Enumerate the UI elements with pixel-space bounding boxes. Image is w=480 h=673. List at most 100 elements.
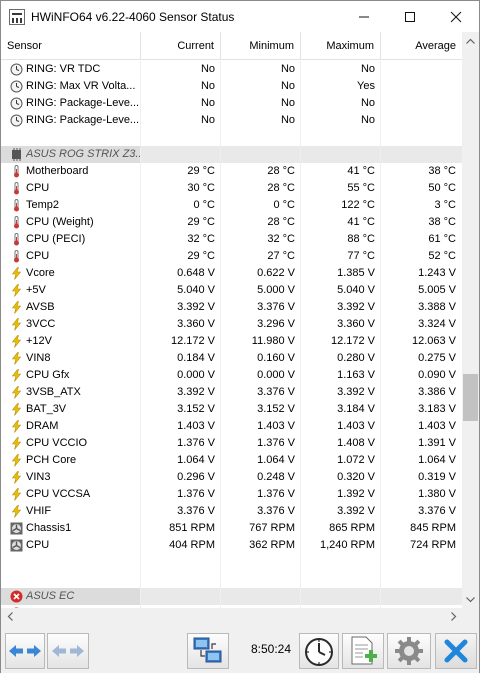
table-row[interactable]: VHIF 3.376 V 3.376 V 3.392 V 3.376 V <box>1 503 462 520</box>
value-average: 3.386 V <box>418 386 456 398</box>
value-maximum: 1.408 V <box>337 437 375 449</box>
lightning-icon <box>11 369 22 382</box>
table-row[interactable]: BAT_3V 3.152 V 3.152 V 3.184 V 3.183 V <box>1 401 462 418</box>
table-row[interactable]: Temp2 0 °C 0 °C 122 °C 3 °C <box>1 197 462 214</box>
value-current: 12.172 V <box>170 335 215 347</box>
value-minimum: 3.376 V <box>257 505 295 517</box>
vertical-scrollbar[interactable] <box>462 32 479 608</box>
navigate-sensors-disabled-button[interactable] <box>47 633 89 669</box>
column-divider <box>140 571 141 588</box>
table-row[interactable]: RING: Package-Leve... No No No <box>1 95 462 112</box>
value-average: 3.376 V <box>418 505 456 517</box>
table-row[interactable]: CPU (Weight) 29 °C 28 °C 41 °C 38 °C <box>1 214 462 231</box>
table-row[interactable]: RING: VR TDC No No No <box>1 61 462 78</box>
table-row[interactable]: DRAM 1.403 V 1.403 V 1.403 V 1.403 V <box>1 418 462 435</box>
clock-icon <box>10 114 23 127</box>
table-row[interactable]: Chassis1 851 RPM 767 RPM 865 RPM 845 RPM <box>1 520 462 537</box>
table-row[interactable]: Vcore 0.648 V 0.622 V 1.385 V 1.243 V <box>1 265 462 282</box>
value-maximum: 41 °C <box>347 165 375 177</box>
value-minimum: No <box>280 114 295 126</box>
sensor-name: CPU (PECI) <box>26 233 86 245</box>
lightning-icon <box>11 420 22 433</box>
sensor-name: Motherboard <box>26 165 89 177</box>
column-header-minimum[interactable]: Minimum <box>221 32 301 60</box>
value-average: 0.090 V <box>418 369 456 381</box>
table-row[interactable]: AVSB 3.392 V 3.376 V 3.392 V 3.388 V <box>1 299 462 316</box>
table-row[interactable]: CPU VCCIO 1.376 V 1.376 V 1.408 V 1.391 V <box>1 435 462 452</box>
spacer-row <box>1 571 462 588</box>
value-minimum: 28 °C <box>267 165 295 177</box>
maximize-icon <box>405 11 415 22</box>
value-minimum: 1.376 V <box>257 437 295 449</box>
fan-icon <box>10 539 23 552</box>
table-row[interactable]: Motherboard 29 °C 28 °C 41 °C 38 °C <box>1 163 462 180</box>
value-current: No <box>200 80 215 92</box>
value-current: 3.392 V <box>177 386 215 398</box>
thermometer-icon <box>14 165 19 178</box>
value-maximum: 5.040 V <box>337 284 375 296</box>
value-minimum: 27 °C <box>267 250 295 262</box>
value-current: 1.403 V <box>177 420 215 432</box>
sensor-name: +12V <box>26 335 52 347</box>
sensor-name: AVSB <box>26 301 55 313</box>
table-row[interactable]: CPU 30 °C 28 °C 55 °C 50 °C <box>1 180 462 197</box>
value-average: 38 °C <box>428 216 456 228</box>
scroll-up-arrow-icon[interactable] <box>462 32 479 49</box>
title-bar[interactable]: HWiNFO64 v6.22-4060 Sensor Status <box>1 1 479 32</box>
horizontal-scrollbar[interactable] <box>1 608 479 625</box>
value-current: 0.000 V <box>177 369 215 381</box>
column-header-current[interactable]: Current <box>141 32 221 60</box>
value-maximum: 0.320 V <box>337 471 375 483</box>
table-row[interactable]: CPU Gfx 0.000 V 0.000 V 1.163 V 0.090 V <box>1 367 462 384</box>
scroll-right-arrow-icon[interactable] <box>445 608 462 625</box>
table-row[interactable]: CPU 404 RPM 362 RPM 1,240 RPM 724 RPM <box>1 537 462 554</box>
table-row[interactable]: VIN3 0.296 V 0.248 V 0.320 V 0.319 V <box>1 469 462 486</box>
value-current: 29 °C <box>187 165 215 177</box>
table-row[interactable]: RING: Max VR Volta... No No Yes <box>1 78 462 95</box>
sensor-name: ASUS EC <box>26 590 75 602</box>
value-average <box>381 61 462 78</box>
scrollbar-thumb[interactable] <box>463 374 478 421</box>
table-row[interactable]: CPU (PECI) 32 °C 32 °C 88 °C 61 °C <box>1 231 462 248</box>
table-header: Sensor Current Minimum Maximum Average <box>1 32 462 60</box>
table-row[interactable]: PCH Core 1.064 V 1.064 V 1.072 V 1.064 V <box>1 452 462 469</box>
value-average: 50 °C <box>428 182 456 194</box>
settings-button[interactable] <box>387 633 431 669</box>
column-header-average[interactable]: Average <box>381 32 462 60</box>
clock-button[interactable] <box>299 633 339 669</box>
column-header-sensor[interactable]: Sensor <box>1 32 141 60</box>
column-divider <box>300 554 301 571</box>
maximize-button[interactable] <box>387 1 433 32</box>
value-minimum: 0.160 V <box>257 352 295 364</box>
lightning-icon <box>11 403 22 416</box>
scroll-left-arrow-icon[interactable] <box>1 608 18 625</box>
table-row[interactable]: VIN8 0.184 V 0.160 V 0.280 V 0.275 V <box>1 350 462 367</box>
scroll-down-arrow-icon[interactable] <box>462 591 479 608</box>
value-average: 3.183 V <box>418 403 456 415</box>
value-maximum: 88 °C <box>347 233 375 245</box>
sensor-name: 3VSB_ATX <box>26 386 81 398</box>
table-row[interactable]: 3VCC 3.360 V 3.296 V 3.360 V 3.324 V <box>1 316 462 333</box>
value-minimum: 0.000 V <box>257 369 295 381</box>
sensor-name: RING: Package-Leve... <box>26 114 140 126</box>
close-button[interactable] <box>433 1 479 32</box>
value-maximum: 3.392 V <box>337 505 375 517</box>
table-row[interactable]: CPU VCCSA 1.376 V 1.376 V 1.392 V 1.380 V <box>1 486 462 503</box>
value-average: 3 °C <box>434 199 456 211</box>
value-maximum: 0.280 V <box>337 352 375 364</box>
network-button[interactable] <box>187 633 229 669</box>
close-sensors-button[interactable] <box>435 633 477 669</box>
minimize-button[interactable] <box>341 1 387 32</box>
table-row[interactable]: 3VSB_ATX 3.392 V 3.376 V 3.392 V 3.386 V <box>1 384 462 401</box>
value-maximum: 1.163 V <box>337 369 375 381</box>
navigate-sensors-button[interactable] <box>5 633 45 669</box>
sensor-table[interactable]: Sensor Current Minimum Maximum Average R… <box>1 32 479 608</box>
add-report-button[interactable] <box>342 633 384 669</box>
table-row[interactable]: +12V 12.172 V 11.980 V 12.172 V 12.063 V <box>1 333 462 350</box>
table-row[interactable]: CPU 29 °C 27 °C 77 °C 52 °C <box>1 248 462 265</box>
column-header-maximum[interactable]: Maximum <box>301 32 381 60</box>
table-row[interactable]: RING: Package-Leve... No No No <box>1 112 462 129</box>
sensor-group-row[interactable]: ASUS EC <box>1 588 462 605</box>
table-row[interactable]: +5V 5.040 V 5.000 V 5.040 V 5.005 V <box>1 282 462 299</box>
sensor-group-row[interactable]: ASUS ROG STRIX Z3... <box>1 146 462 163</box>
